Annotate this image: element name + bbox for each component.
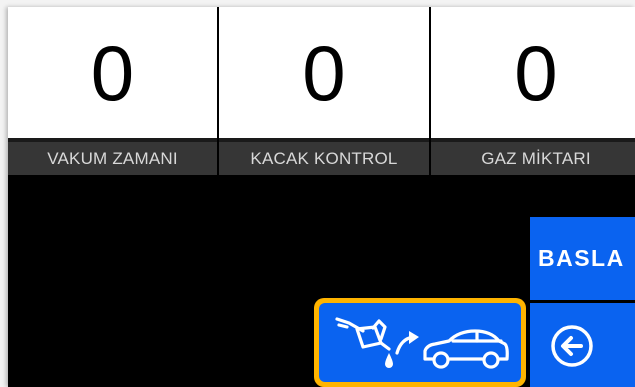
leak-check-panel: 0 KACAK KONTROL	[219, 7, 429, 175]
gas-amount-value: 0	[514, 28, 558, 117]
oil-fill-button[interactable]	[314, 298, 526, 387]
oil-can-to-car-icon	[335, 317, 509, 369]
back-button[interactable]	[530, 303, 635, 387]
vacuum-time-value: 0	[90, 28, 135, 117]
vacuum-time-value-box: 0	[8, 7, 217, 138]
leak-check-value-box: 0	[219, 7, 429, 138]
hmi-screen: 0 VAKUM ZAMANI 0 KACAK KONTROL 0 GAZ MİK…	[8, 7, 635, 387]
vacuum-time-label-box: VAKUM ZAMANI	[8, 142, 217, 175]
leak-check-label: KACAK KONTROL	[250, 148, 398, 168]
gas-amount-panel: 0 GAZ MİKTARI	[431, 7, 635, 175]
arrow-left-circle-icon	[551, 325, 593, 367]
leak-check-value: 0	[302, 28, 346, 117]
gas-amount-label-box: GAZ MİKTARI	[431, 142, 635, 175]
gas-amount-label: GAZ MİKTARI	[481, 148, 591, 168]
oil-fill-button-face	[319, 303, 521, 382]
gas-amount-value-box: 0	[431, 7, 635, 138]
start-button[interactable]: BASLA	[530, 217, 635, 300]
vacuum-time-panel: 0 VAKUM ZAMANI	[8, 7, 217, 175]
leak-check-label-box: KACAK KONTROL	[219, 142, 429, 175]
start-button-label: BASLA	[538, 245, 625, 271]
vacuum-time-label: VAKUM ZAMANI	[47, 148, 178, 168]
